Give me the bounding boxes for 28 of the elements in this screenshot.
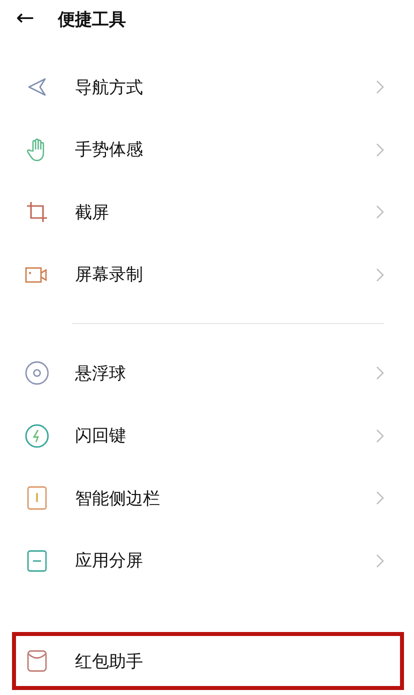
envelope-icon bbox=[27, 650, 47, 672]
triangle-icon bbox=[27, 77, 47, 98]
item-label: 屏幕录制 bbox=[75, 264, 144, 286]
item-label: 截屏 bbox=[75, 202, 110, 224]
page-title: 便捷工具 bbox=[58, 8, 126, 30]
crop-icon bbox=[26, 201, 48, 224]
settings-item[interactable]: 悬浮球 bbox=[0, 342, 414, 404]
item-label: 导航方式 bbox=[75, 76, 144, 99]
sidebar-icon bbox=[27, 486, 47, 510]
settings-item[interactable]: 红包助手 bbox=[12, 632, 404, 690]
lightning-icon bbox=[25, 424, 49, 448]
video-camera-icon bbox=[25, 266, 49, 284]
settings-item[interactable]: 手势体感 bbox=[0, 118, 414, 181]
split-screen-icon bbox=[27, 550, 47, 572]
settings-item[interactable]: 导航方式 bbox=[0, 56, 414, 118]
settings-item[interactable]: 闪回键 bbox=[0, 404, 414, 467]
item-label: 智能侧边栏 bbox=[75, 488, 161, 510]
settings-item[interactable]: 屏幕录制 bbox=[0, 244, 414, 306]
item-label: 闪回键 bbox=[75, 425, 127, 448]
settings-item[interactable]: 应用分屏 bbox=[0, 530, 414, 592]
settings-item[interactable]: 智能侧边栏 bbox=[0, 467, 414, 530]
item-label: 应用分屏 bbox=[75, 550, 144, 572]
item-label: 悬浮球 bbox=[75, 362, 127, 385]
back-button[interactable]: ← bbox=[16, 8, 48, 30]
item-label: 手势体感 bbox=[75, 139, 144, 162]
floating-ball-icon bbox=[25, 361, 49, 386]
settings-item[interactable]: 截屏 bbox=[0, 181, 414, 244]
item-label: 红包助手 bbox=[75, 650, 144, 672]
